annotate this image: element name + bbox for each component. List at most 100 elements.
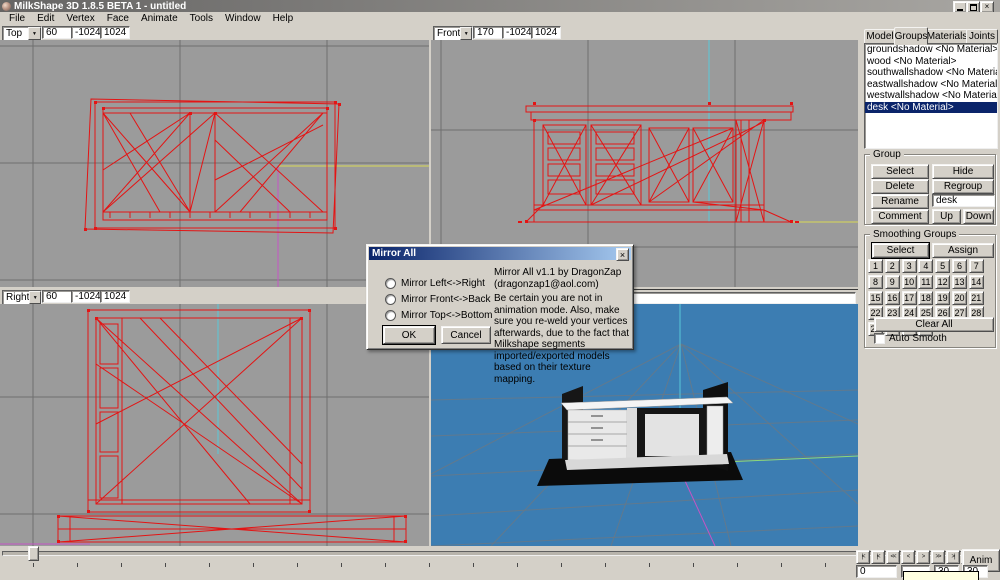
group-list-item[interactable]: desk <No Material> [865, 102, 997, 114]
dialog-warning-text: Be certain you are not in animation mode… [494, 293, 632, 385]
timeline-thumb[interactable] [28, 546, 39, 561]
smoothing-group-number-button[interactable]: 11 [918, 275, 933, 289]
dialog-title-bar[interactable]: Mirror All × [369, 247, 631, 260]
viewport-range-field[interactable]: 1024 [531, 26, 561, 39]
groups-list[interactable]: groundshadow <No Material>wood <No Mater… [864, 43, 998, 149]
smoothing-select-button[interactable]: Select [872, 243, 929, 258]
smoothing-group-number-button[interactable]: 12 [935, 275, 950, 289]
minimize-icon [957, 9, 963, 11]
group-rename-button[interactable]: Rename [871, 194, 929, 209]
chevron-down-icon[interactable]: ▼ [28, 27, 41, 40]
smoothing-group-number-button[interactable]: 13 [952, 275, 967, 289]
group-list-item[interactable]: groundshadow <No Material> [865, 44, 997, 56]
viewport-range-field[interactable]: 60 [42, 290, 72, 303]
menu-item[interactable]: Window [219, 12, 267, 25]
viewport-range-field[interactable]: 1024 [100, 290, 130, 303]
smoothing-group-number-button[interactable]: 18 [918, 291, 933, 305]
smoothing-group-number-button[interactable]: 1 [868, 259, 883, 273]
playback-button[interactable]: > [916, 550, 930, 564]
tab-groups[interactable]: Groups [894, 27, 928, 45]
group-list-item[interactable]: southwallshadow <No Material> [865, 67, 997, 79]
menu-item[interactable]: Tools [184, 12, 219, 25]
menu-item[interactable]: Face [101, 12, 135, 25]
group-up-button[interactable]: Up [932, 209, 961, 224]
view-mode-select-front[interactable]: Front ▼ [433, 26, 473, 41]
group-name-input[interactable]: desk [932, 194, 995, 207]
smoothing-group-number-button[interactable]: 20 [952, 291, 967, 305]
mirror-all-dialog: Mirror All × Mirror Left<->Right Mirror … [366, 244, 634, 350]
smoothing-group-number-button[interactable]: 15 [868, 291, 883, 305]
tab-materials[interactable]: Materials [926, 29, 968, 44]
viewport-top[interactable] [0, 40, 429, 287]
window-title: MilkShape 3D 1.8.5 BETA 1 - untitled [14, 1, 186, 12]
group-hide-button[interactable]: Hide [932, 164, 994, 179]
menu-item[interactable]: Animate [135, 12, 184, 25]
radio-mirror-left-right[interactable]: Mirror Left<->Right [385, 277, 485, 289]
smoothing-group-number-button[interactable]: 10 [902, 275, 917, 289]
menu-item[interactable]: File [3, 12, 31, 25]
radio-icon [385, 278, 396, 289]
group-list-item[interactable]: wood <No Material> [865, 56, 997, 68]
chevron-down-icon[interactable]: ▼ [29, 291, 41, 304]
viewport-range-field[interactable]: 60 [42, 26, 72, 39]
menu-item[interactable]: Vertex [60, 12, 100, 25]
smoothing-groups-label: Smoothing Groups [870, 229, 959, 240]
group-list-item[interactable]: eastwallshadow <No Material> [865, 79, 997, 91]
smoothing-assign-button[interactable]: Assign [932, 243, 994, 258]
cancel-button[interactable]: Cancel [441, 326, 491, 344]
viewport-range-field[interactable]: -1024 [502, 26, 532, 39]
tab-joints[interactable]: Joints [966, 29, 998, 44]
group-comment-button[interactable]: Comment [871, 209, 929, 224]
smoothing-group-number-button[interactable]: 4 [918, 259, 933, 273]
chevron-down-icon[interactable]: ▼ [460, 27, 472, 40]
viewport-range-field[interactable]: -1024 [71, 26, 101, 39]
app-icon [2, 2, 11, 11]
group-list-item[interactable]: westwallshadow <No Material> [865, 90, 997, 102]
right-view-wireframe [0, 304, 429, 546]
smoothing-group-number-button[interactable]: 17 [902, 291, 917, 305]
top-view-wireframe [0, 40, 429, 287]
group-select-button[interactable]: Select [871, 164, 929, 179]
smoothing-group-number-button[interactable]: 7 [969, 259, 984, 273]
view-mode-select-right[interactable]: Right ▼ [2, 290, 42, 305]
playback-button[interactable]: << [886, 550, 900, 564]
smoothing-group-number-button[interactable]: 3 [902, 259, 917, 273]
group-down-button[interactable]: Down [963, 209, 994, 224]
smoothing-group-number-button[interactable]: 9 [885, 275, 900, 289]
smoothing-group-number-button[interactable]: 6 [952, 259, 967, 273]
smoothing-group-number-button[interactable]: 14 [969, 275, 984, 289]
group-box-label: Group [870, 149, 904, 160]
menu-item[interactable]: Help [267, 12, 300, 25]
playback-button[interactable]: >| [946, 550, 960, 564]
smoothing-group-number-button[interactable]: 21 [969, 291, 984, 305]
playback-button[interactable]: |< [856, 550, 870, 564]
group-delete-button[interactable]: Delete [871, 179, 929, 194]
radio-mirror-top-bottom[interactable]: Mirror Top<->Bottom [385, 309, 493, 321]
frame-field[interactable]: 0 [856, 565, 897, 578]
view-mode-select-top[interactable]: Top ▼ [2, 26, 42, 41]
smoothing-group-number-button[interactable]: 16 [885, 291, 900, 305]
viewport-range-field[interactable]: 1024 [100, 26, 130, 39]
smoothing-group-number-button[interactable]: 19 [935, 291, 950, 305]
ok-button[interactable]: OK [383, 326, 435, 344]
smoothing-group-number-button[interactable]: 2 [885, 259, 900, 273]
dialog-title: Mirror All [372, 248, 416, 259]
playback-button[interactable]: < [901, 550, 915, 564]
smoothing-group-number-button[interactable]: 5 [935, 259, 950, 273]
playback-button[interactable]: |< [871, 550, 885, 564]
viewport-range-field[interactable]: -1024 [71, 290, 101, 303]
playback-button[interactable]: >> [931, 550, 945, 564]
radio-icon [385, 294, 396, 305]
group-regroup-button[interactable]: Regroup [932, 179, 994, 194]
title-bar[interactable]: MilkShape 3D 1.8.5 BETA 1 - untitled × [0, 0, 1000, 12]
tab-model[interactable]: Model [864, 29, 896, 44]
smoothing-group-number-button[interactable]: 8 [868, 275, 883, 289]
viewport-range-field[interactable]: 170 [473, 26, 503, 39]
menu-item[interactable]: Edit [31, 12, 60, 25]
auto-smooth-checkbox[interactable] [874, 333, 885, 344]
viewport-right[interactable] [0, 304, 429, 546]
clear-all-button[interactable]: Clear All [874, 317, 994, 332]
timeline-track[interactable] [2, 551, 998, 556]
dialog-close-button[interactable]: × [616, 248, 629, 261]
radio-mirror-front-back[interactable]: Mirror Front<->Back [385, 293, 490, 305]
